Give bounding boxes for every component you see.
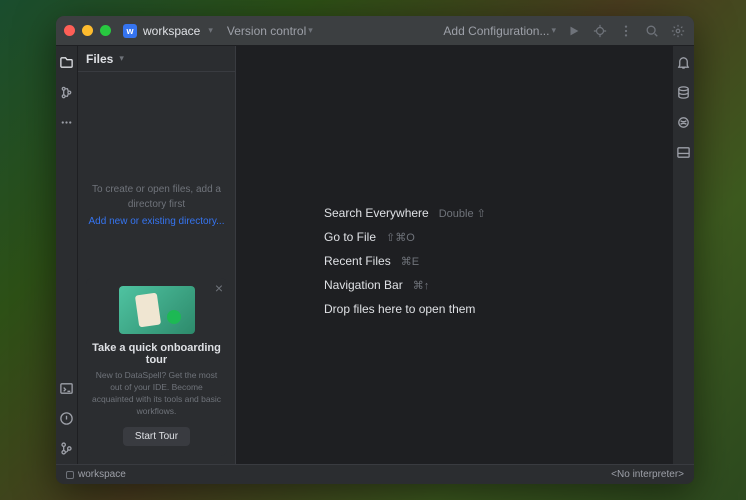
sidebar-empty-state: To create or open files, add a directory… — [78, 72, 235, 229]
more-tools-icon[interactable] — [59, 114, 75, 130]
chevron-down-icon: ▾ — [119, 53, 124, 64]
panel-icon[interactable] — [676, 144, 692, 160]
sidebar-title: Files — [86, 52, 113, 66]
onboarding-title: Take a quick onboarding tour — [92, 342, 221, 366]
window-controls — [64, 25, 111, 36]
close-icon[interactable]: × — [215, 280, 223, 296]
minimize-window-button[interactable] — [82, 25, 93, 36]
status-interpreter[interactable]: <No interpreter> — [611, 469, 684, 480]
run-icon[interactable] — [566, 23, 582, 39]
shortcut-go-to-file: Go to File ⇧⌘O — [324, 230, 486, 244]
search-icon[interactable] — [644, 23, 660, 39]
database-icon[interactable] — [676, 84, 692, 100]
debug-icon[interactable] — [592, 23, 608, 39]
welcome-shortcuts-list: Search Everywhere Double ⇧ Go to File ⇧⌘… — [324, 206, 486, 316]
onboarding-description: New to DataSpell? Get the most out of yo… — [92, 370, 221, 418]
project-icon: w — [123, 24, 137, 38]
body-area: Files ▾ To create or open files, add a d… — [56, 46, 694, 464]
project-tool-icon[interactable] — [59, 54, 75, 70]
shortcut-recent-files: Recent Files ⌘E — [324, 254, 486, 268]
status-badge-icon — [66, 471, 74, 479]
add-configuration-button[interactable]: Add Configuration... ▾ — [443, 24, 556, 38]
status-project[interactable]: workspace — [66, 469, 126, 480]
ide-window: w workspace ▾ Version control ▾ Add Conf… — [56, 16, 694, 484]
close-window-button[interactable] — [64, 25, 75, 36]
sidebar-header[interactable]: Files ▾ — [78, 46, 235, 72]
shortcut-search-everywhere: Search Everywhere Double ⇧ — [324, 206, 486, 220]
project-sidebar: Files ▾ To create or open files, add a d… — [78, 46, 236, 464]
titlebar: w workspace ▾ Version control ▾ Add Conf… — [56, 16, 694, 46]
more-icon[interactable] — [618, 23, 634, 39]
jupyter-icon[interactable] — [676, 114, 692, 130]
onboarding-card: × Take a quick onboarding tour New to Da… — [86, 278, 227, 456]
git-tool-icon[interactable] — [59, 440, 75, 456]
shortcut-navigation-bar: Navigation Bar ⌘↑ — [324, 278, 486, 292]
drop-files-hint: Drop files here to open them — [324, 302, 486, 316]
editor-area[interactable]: Search Everywhere Double ⇧ Go to File ⇧⌘… — [236, 46, 672, 464]
maximize-window-button[interactable] — [100, 25, 111, 36]
settings-icon[interactable] — [670, 23, 686, 39]
chevron-down-icon: ▾ — [208, 25, 213, 36]
chevron-down-icon: ▾ — [551, 25, 556, 36]
statusbar: workspace <No interpreter> — [56, 464, 694, 484]
right-tool-rail — [672, 46, 694, 464]
project-name[interactable]: workspace — [143, 24, 200, 38]
problems-tool-icon[interactable] — [59, 410, 75, 426]
structure-tool-icon[interactable] — [59, 84, 75, 100]
terminal-tool-icon[interactable] — [59, 380, 75, 396]
notifications-icon[interactable] — [676, 54, 692, 70]
add-directory-link[interactable]: Add new or existing directory... — [84, 214, 229, 229]
empty-state-text: To create or open files, add a directory… — [84, 182, 229, 212]
chevron-down-icon: ▾ — [308, 25, 313, 36]
onboarding-illustration — [119, 286, 195, 334]
left-tool-rail — [56, 46, 78, 464]
start-tour-button[interactable]: Start Tour — [123, 427, 190, 446]
version-control-menu[interactable]: Version control ▾ — [227, 24, 313, 38]
